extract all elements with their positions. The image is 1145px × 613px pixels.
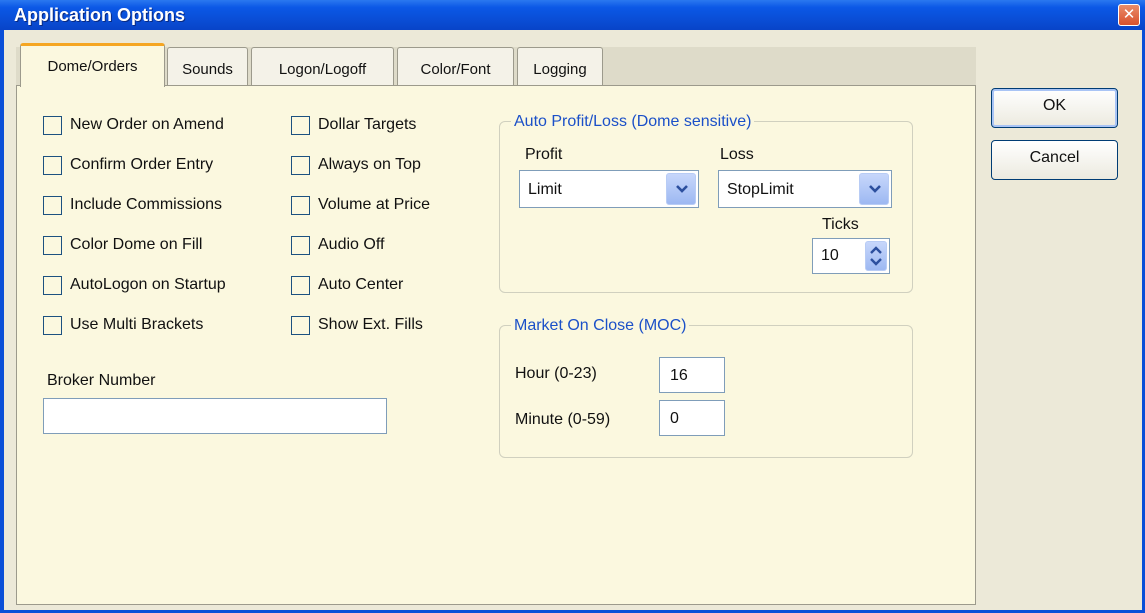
checkbox-box[interactable] xyxy=(43,235,62,255)
tab-logon-logoff[interactable]: Logon/Logoff xyxy=(251,47,394,85)
moc-hour-input[interactable]: 16 xyxy=(659,357,725,393)
checkbox-always-on-top[interactable]: Always on Top xyxy=(291,154,430,176)
broker-number-label: Broker Number xyxy=(47,372,156,389)
checkbox-auto-center[interactable]: Auto Center xyxy=(291,274,430,296)
chevron-down-icon xyxy=(676,185,688,193)
checkbox-new-order-on-amend[interactable]: New Order on Amend xyxy=(43,114,226,136)
ticks-label: Ticks xyxy=(822,216,859,233)
checkbox-label: Audio Off xyxy=(318,236,385,253)
moc-minute-value: 0 xyxy=(670,410,679,427)
checkbox-volume-at-price[interactable]: Volume at Price xyxy=(291,194,430,216)
options-right-column: Dollar Targets Always on Top Volume at P… xyxy=(291,114,430,336)
tab-panel-dome-orders: New Order on Amend Confirm Order Entry I… xyxy=(16,85,976,605)
ticks-spinner[interactable]: 10 xyxy=(812,238,890,274)
tab-dome-orders[interactable]: Dome/Orders xyxy=(20,43,165,87)
checkbox-label: Show Ext. Fills xyxy=(318,316,423,333)
moc-hour-label: Hour (0-23) xyxy=(515,365,597,382)
checkbox-label: Auto Center xyxy=(318,276,404,293)
checkbox-audio-off[interactable]: Audio Off xyxy=(291,234,430,256)
checkbox-box[interactable] xyxy=(43,115,62,135)
close-button[interactable]: ✕ xyxy=(1118,4,1140,26)
checkbox-box[interactable] xyxy=(291,155,310,175)
checkbox-use-multi-brackets[interactable]: Use Multi Brackets xyxy=(43,314,226,336)
checkbox-include-commissions[interactable]: Include Commissions xyxy=(43,194,226,216)
profit-dropdown-button[interactable] xyxy=(666,173,696,205)
checkbox-box[interactable] xyxy=(43,195,62,215)
moc-minute-label: Minute (0-59) xyxy=(515,411,611,428)
checkbox-box[interactable] xyxy=(291,275,310,295)
cancel-button-label: Cancel xyxy=(1029,149,1080,166)
checkbox-box[interactable] xyxy=(43,155,62,175)
checkbox-label: Confirm Order Entry xyxy=(70,156,214,173)
broker-number-input[interactable] xyxy=(43,398,387,434)
moc-minute-input[interactable]: 0 xyxy=(659,400,725,436)
checkbox-label: New Order on Amend xyxy=(70,116,224,133)
checkbox-label: Use Multi Brackets xyxy=(70,316,204,333)
tab-label: Sounds xyxy=(182,61,233,78)
ticks-spin-buttons[interactable] xyxy=(865,241,887,271)
checkbox-box[interactable] xyxy=(291,315,310,335)
spin-up-down-icon xyxy=(870,246,882,266)
checkbox-label: Include Commissions xyxy=(70,196,223,213)
checkbox-box[interactable] xyxy=(291,115,310,135)
close-icon: ✕ xyxy=(1122,6,1136,23)
checkbox-box[interactable] xyxy=(291,195,310,215)
ticks-value: 10 xyxy=(821,247,839,264)
market-on-close-title: Market On Close (MOC) xyxy=(511,317,690,335)
loss-label: Loss xyxy=(720,146,754,163)
ok-button[interactable]: OK xyxy=(991,88,1118,128)
checkbox-confirm-order-entry[interactable]: Confirm Order Entry xyxy=(43,154,226,176)
window-title: Application Options xyxy=(14,5,185,25)
checkbox-label: Volume at Price xyxy=(318,196,431,213)
checkbox-label: Always on Top xyxy=(318,156,421,173)
tab-logging[interactable]: Logging xyxy=(517,47,603,85)
profit-select[interactable]: Limit xyxy=(519,170,699,208)
checkbox-show-ext-fills[interactable]: Show Ext. Fills xyxy=(291,314,430,336)
options-left-column: New Order on Amend Confirm Order Entry I… xyxy=(43,114,226,336)
checkbox-color-dome-on-fill[interactable]: Color Dome on Fill xyxy=(43,234,226,256)
ok-button-label: OK xyxy=(1042,97,1067,114)
checkbox-box[interactable] xyxy=(291,235,310,255)
checkbox-label: Color Dome on Fill xyxy=(70,236,203,253)
chevron-down-icon xyxy=(869,185,881,193)
cancel-button[interactable]: Cancel xyxy=(991,140,1118,180)
tab-label: Dome/Orders xyxy=(47,58,138,75)
checkbox-autologon-on-startup[interactable]: AutoLogon on Startup xyxy=(43,274,226,296)
loss-select-value: StopLimit xyxy=(727,181,794,198)
checkbox-label: AutoLogon on Startup xyxy=(70,276,226,293)
profit-label: Profit xyxy=(525,146,563,163)
loss-dropdown-button[interactable] xyxy=(859,173,889,205)
loss-select[interactable]: StopLimit xyxy=(718,170,892,208)
tab-sounds[interactable]: Sounds xyxy=(167,47,248,85)
checkbox-box[interactable] xyxy=(43,275,62,295)
tab-color-font[interactable]: Color/Font xyxy=(397,47,514,85)
checkbox-label: Dollar Targets xyxy=(318,116,417,133)
moc-hour-value: 16 xyxy=(670,367,688,384)
checkbox-box[interactable] xyxy=(43,315,62,335)
tab-label: Color/Font xyxy=(420,61,491,78)
tab-label: Logging xyxy=(533,61,587,78)
tab-label: Logon/Logoff xyxy=(278,61,367,78)
checkbox-dollar-targets[interactable]: Dollar Targets xyxy=(291,114,430,136)
auto-profit-loss-title: Auto Profit/Loss (Dome sensitive) xyxy=(511,113,755,131)
profit-select-value: Limit xyxy=(528,181,562,198)
